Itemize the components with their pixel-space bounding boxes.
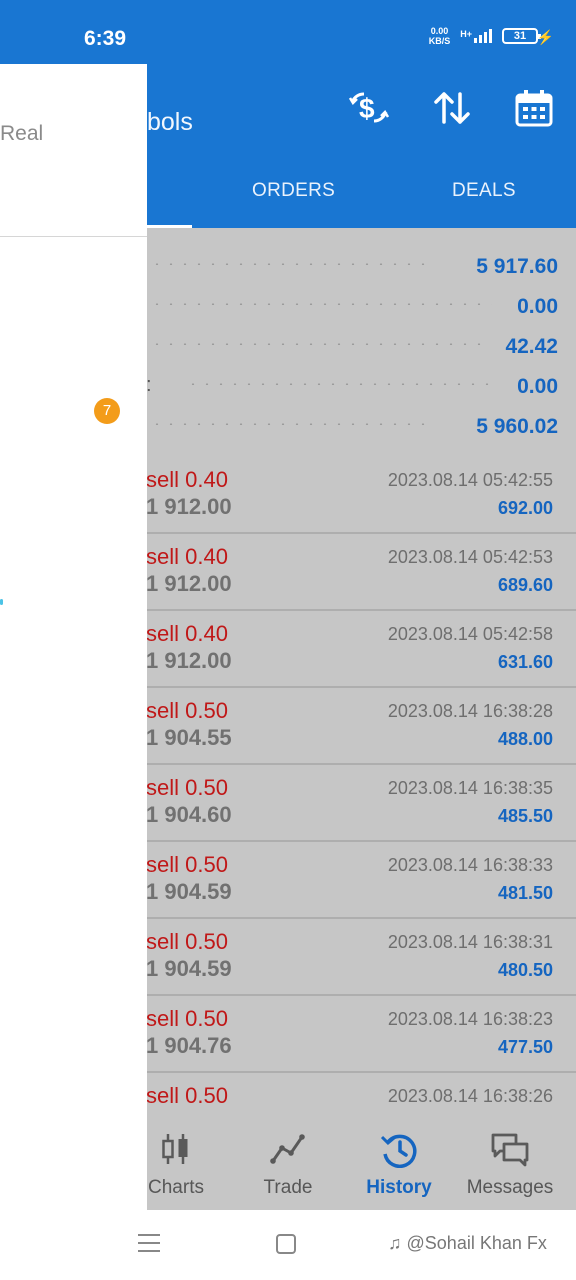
deal-side: sell 0.50 — [146, 1083, 228, 1108]
status-time: 6:39 — [84, 27, 127, 50]
home-icon[interactable] — [276, 1234, 296, 1254]
deal-side: sell 0.50 — [146, 775, 228, 800]
dot-leader — [186, 383, 492, 385]
deal-price: 1 904.55 — [146, 725, 232, 750]
notification-badge: 7 — [94, 398, 120, 424]
row-divider — [146, 532, 576, 534]
deal-profit: 485.50 — [497, 806, 553, 826]
system-nav-bar: ♫ @Sohail Khan Fx — [0, 1210, 576, 1280]
history-icon — [380, 1134, 417, 1168]
deal-side: sell 0.40 — [146, 467, 228, 492]
deal-time: 2023.08.14 05:42:58 — [387, 624, 553, 644]
indicator-dot — [0, 599, 3, 605]
deal-time: 2023.08.14 05:42:55 — [387, 470, 553, 490]
watermark-text: @Sohail Khan Fx — [406, 1233, 547, 1253]
account-type[interactable]: Real — [0, 122, 43, 146]
row-divider — [146, 917, 576, 919]
deal-price: 1 912.00 — [146, 571, 232, 596]
deal-profit: 689.60 — [497, 575, 553, 595]
battery-icon: 31 — [502, 28, 541, 44]
dot-leader — [150, 263, 434, 265]
net-speed: 0.00 KB/S — [429, 26, 451, 46]
status-indicators: 0.00 KB/S H+ 31 — [429, 26, 541, 46]
nav-history[interactable]: History — [344, 1108, 454, 1210]
charging-icon: ⚡ — [536, 29, 554, 45]
summary-row: 5 960.02 — [146, 403, 558, 443]
page-title: bols — [147, 108, 193, 136]
navigation-drawer[interactable]: Real 7 — [0, 64, 147, 1210]
row-divider — [146, 763, 576, 765]
deal-time: 2023.08.14 05:42:53 — [387, 547, 553, 567]
net-speed-value: 0.00 — [430, 26, 449, 36]
dot-leader — [150, 343, 482, 345]
row-divider — [146, 1071, 576, 1073]
drawer-divider — [0, 236, 147, 237]
deal-price: 1 904.76 — [146, 1033, 232, 1058]
deal-side: sell 0.50 — [146, 852, 228, 877]
nav-label: Messages — [466, 1177, 554, 1198]
network-label: H+ — [460, 29, 472, 39]
svg-text:$: $ — [359, 93, 375, 124]
deal-profit: 481.50 — [497, 883, 553, 903]
deal-time: 2023.08.14 16:38:26 — [387, 1086, 553, 1106]
row-divider — [146, 840, 576, 842]
watermark-logo-icon: ♫ — [388, 1233, 402, 1253]
deal-price: 1 904.59 — [146, 956, 232, 981]
deal-profit: 480.50 — [497, 960, 553, 980]
deposit-icon[interactable]: $ — [348, 88, 390, 133]
nav-trade[interactable]: Trade — [233, 1108, 343, 1210]
deal-side: sell 0.50 — [146, 929, 228, 954]
signal-icon — [474, 29, 492, 43]
deal-time: 2023.08.14 16:38:31 — [387, 932, 553, 952]
deal-price: 1 904.60 — [146, 802, 232, 827]
watermark: ♫ @Sohail Khan Fx — [388, 1233, 547, 1254]
menu-icon[interactable] — [138, 1234, 160, 1254]
summary-value: 42.42 — [505, 335, 558, 358]
deal-side: sell 0.40 — [146, 621, 228, 646]
sort-icon[interactable] — [432, 88, 472, 133]
dot-leader — [150, 303, 492, 305]
summary-row: 42.42 — [146, 323, 558, 363]
nav-label: Trade — [263, 1177, 313, 1198]
row-divider — [146, 609, 576, 611]
net-speed-unit: KB/S — [428, 36, 451, 46]
messages-icon — [491, 1133, 529, 1167]
deal-profit: 692.00 — [497, 498, 553, 518]
deal-time: 2023.08.14 16:38:33 — [387, 855, 553, 875]
summary-value: 0.00 — [517, 375, 558, 398]
summary-value: 5 960.02 — [476, 415, 558, 438]
status-bar: 6:39 0.00 KB/S H+ 31 ⚡ — [0, 0, 576, 64]
nav-label: History — [366, 1177, 432, 1198]
row-divider — [146, 686, 576, 688]
deal-side: sell 0.50 — [146, 698, 228, 723]
tab-orders[interactable]: ORDERS — [252, 180, 335, 202]
deal-price: 1 912.00 — [146, 648, 232, 673]
row-divider — [146, 994, 576, 996]
deal-profit: 477.50 — [497, 1037, 553, 1057]
dot-leader — [150, 423, 434, 425]
summary-row: : 0.00 — [146, 363, 558, 403]
deal-price: 1 904.59 — [146, 879, 232, 904]
candlestick-icon — [162, 1134, 188, 1164]
summary-row: 5 917.60 — [146, 243, 558, 283]
deal-side: sell 0.50 — [146, 1006, 228, 1031]
trade-line-icon — [270, 1134, 305, 1164]
deal-profit: 631.60 — [497, 652, 553, 672]
calendar-icon[interactable] — [514, 88, 554, 133]
deal-side: sell 0.40 — [146, 544, 228, 569]
battery-level: 31 — [513, 30, 527, 42]
deal-time: 2023.08.14 16:38:23 — [387, 1009, 553, 1029]
nav-messages[interactable]: Messages — [455, 1108, 565, 1210]
deal-time: 2023.08.14 16:38:28 — [387, 701, 553, 721]
deal-time: 2023.08.14 16:38:35 — [387, 778, 553, 798]
deal-profit: 488.00 — [497, 729, 553, 749]
network-type: H+ — [460, 29, 492, 43]
summary-row: 0.00 — [146, 283, 558, 323]
summary-value: 0.00 — [517, 295, 558, 318]
deal-price: 1 912.00 — [146, 494, 232, 519]
tab-deals[interactable]: DEALS — [452, 180, 516, 202]
screen: 6:39 0.00 KB/S H+ 31 ⚡ bols $ ORDERS DEA… — [0, 0, 576, 1280]
summary-value: 5 917.60 — [476, 255, 558, 278]
